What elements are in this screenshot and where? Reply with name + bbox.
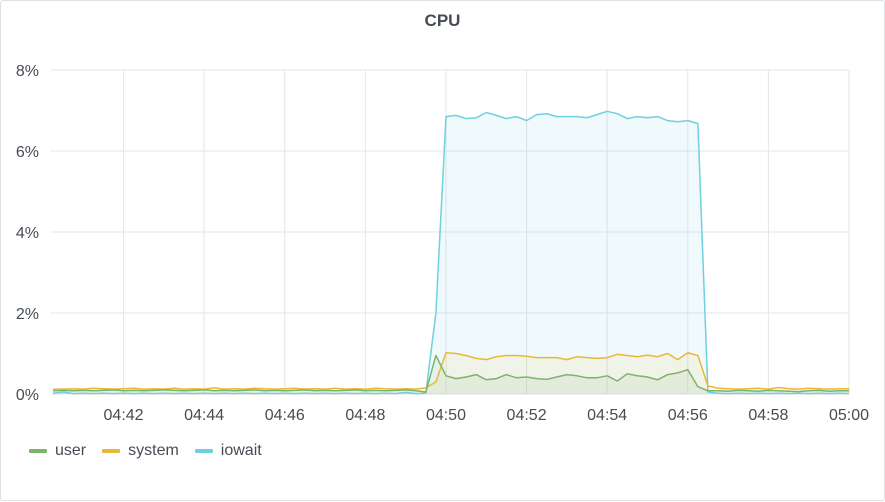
legend-label: user (55, 442, 87, 459)
legend-item-user[interactable]: user (29, 442, 86, 460)
legend-swatch-system (102, 449, 121, 453)
x-tick-label: 04:42 (104, 407, 144, 424)
x-tick-label: 04:44 (184, 407, 224, 424)
y-tick-label: 4% (16, 225, 39, 242)
y-tick-label: 2% (16, 306, 39, 323)
x-tick-label: 04:50 (426, 407, 466, 424)
x-tick-label: 04:52 (507, 407, 547, 424)
legend-item-iowait[interactable]: iowait (194, 442, 262, 460)
y-tick-label: 0% (16, 387, 39, 404)
y-tick-label: 8% (16, 63, 39, 80)
x-tick-label: 04:46 (265, 407, 305, 424)
legend-item-system[interactable]: system (102, 442, 179, 460)
x-axis: 04:42 04:44 04:46 04:48 04:50 04:52 04:54 04:56… (104, 407, 870, 424)
legend-swatch-iowait (194, 449, 213, 453)
x-tick-label: 04:54 (587, 407, 627, 424)
legend-label: iowait (220, 442, 262, 459)
legend-swatch-user (29, 449, 47, 453)
x-tick-label: 04:56 (668, 407, 708, 424)
area-iowait (53, 111, 849, 395)
legend: user system iowait (29, 442, 262, 460)
x-tick-label: 05:00 (829, 407, 869, 424)
cpu-panel: CPU 0% 2% 4% 6% 8% 04:42 04:44 04:46 04:48 04:50… (0, 0, 885, 501)
cpu-chart: 0% 2% 4% 6% 8% 04:42 04:44 04:46 04:48 04:50 04:5… (16, 63, 870, 424)
legend-label: system (128, 442, 179, 459)
x-tick-label: 04:58 (748, 407, 788, 424)
y-tick-label: 6% (16, 144, 39, 161)
y-axis: 0% 2% 4% 6% 8% (16, 63, 39, 404)
x-tick-label: 04:48 (345, 407, 385, 424)
series-areas (53, 111, 849, 395)
